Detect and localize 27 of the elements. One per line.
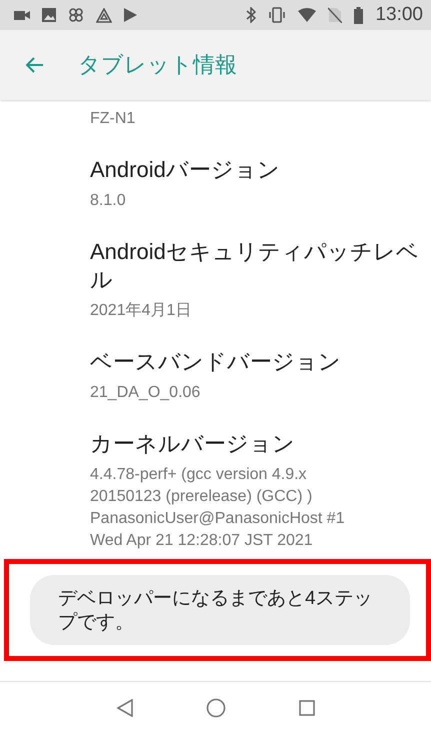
setting-value: FZ-N1 — [90, 109, 136, 129]
setting-title[interactable]: Androidバージョン — [90, 156, 427, 184]
vibrate-icon — [268, 7, 286, 23]
back-icon[interactable] — [116, 699, 132, 717]
setting-value: 2021年4月1日 — [90, 301, 192, 321]
triangle-icon — [96, 8, 112, 22]
bluetooth-icon — [246, 7, 256, 23]
recents-icon[interactable] — [298, 700, 314, 716]
setting-value: 4.4.78-perf+ (gcc version 4.9.x — [90, 465, 308, 485]
setting-title[interactable]: カーネルバージョン — [90, 430, 427, 458]
setting-value: 8.1.0 — [90, 191, 127, 211]
battery-icon — [354, 6, 364, 24]
back-arrow-icon[interactable] — [26, 57, 44, 73]
wifi-icon — [298, 8, 316, 22]
developer-toast: デベロッパーになるまであと4ステップです。 — [30, 575, 410, 645]
video-camera-icon — [14, 9, 30, 21]
image-icon — [42, 8, 56, 22]
home-icon[interactable] — [206, 698, 226, 718]
setting-title[interactable]: Androidセキュリティパッチレベル — [90, 238, 427, 294]
screen-title: タブレット情報 — [78, 51, 237, 79]
setting-value: 21_DA_O_0.06 — [90, 383, 202, 403]
setting-value: PanasonicUser@PanasonicHost #1 — [90, 509, 346, 529]
clock-time: 13:00 — [375, 4, 423, 26]
setting-value: Wed Apr 21 12:28:07 JST 2021 — [90, 531, 314, 551]
setting-title[interactable]: ベースバンドバージョン — [90, 348, 427, 376]
setting-value: 20150123 (prerelease) (GCC) ) — [90, 487, 314, 507]
no-sim-icon — [328, 7, 342, 23]
